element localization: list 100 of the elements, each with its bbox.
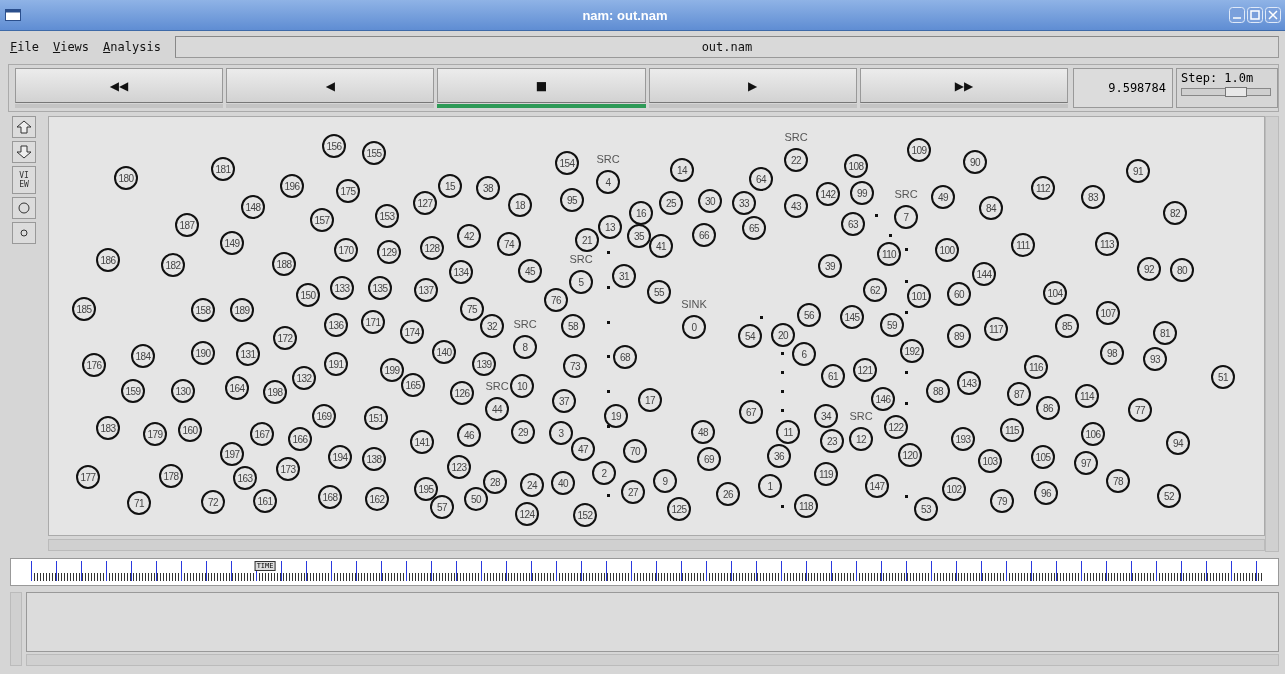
close-icon[interactable] xyxy=(1265,7,1281,23)
network-node[interactable]: 67 xyxy=(739,400,763,424)
network-node[interactable]: 59 xyxy=(880,313,904,337)
network-node[interactable]: 44 xyxy=(485,397,509,421)
network-node[interactable]: 142 xyxy=(816,182,840,206)
network-node[interactable]: 71 xyxy=(127,491,151,515)
network-node[interactable]: 191 xyxy=(324,352,348,376)
network-node[interactable]: 140 xyxy=(432,340,456,364)
network-node[interactable]: 36 xyxy=(767,444,791,468)
playback-button[interactable]: ◀ xyxy=(226,68,435,103)
network-node[interactable]: 55 xyxy=(647,280,671,304)
horizontal-scrollbar[interactable] xyxy=(26,654,1279,666)
network-node[interactable]: 128 xyxy=(420,236,444,260)
network-node[interactable]: 175 xyxy=(336,179,360,203)
network-node[interactable]: 53 xyxy=(914,497,938,521)
network-node[interactable]: 108 xyxy=(844,154,868,178)
network-node[interactable]: 12 xyxy=(849,427,873,451)
network-node[interactable]: 195 xyxy=(414,477,438,501)
menu-item[interactable]: Analysis xyxy=(101,40,163,54)
network-node[interactable]: 70 xyxy=(623,439,647,463)
network-node[interactable]: 65 xyxy=(742,216,766,240)
network-node[interactable]: 37 xyxy=(552,389,576,413)
network-node[interactable]: 119 xyxy=(814,462,838,486)
network-node[interactable]: 81 xyxy=(1153,321,1177,345)
network-node[interactable]: 18 xyxy=(508,193,532,217)
network-node[interactable]: 182 xyxy=(161,253,185,277)
network-node[interactable]: 9 xyxy=(653,469,677,493)
network-node[interactable]: 62 xyxy=(863,278,887,302)
network-node[interactable]: 68 xyxy=(613,345,637,369)
network-node[interactable]: 6 xyxy=(792,342,816,366)
network-node[interactable]: 27 xyxy=(621,480,645,504)
network-node[interactable]: 58 xyxy=(561,314,585,338)
network-node[interactable]: 49 xyxy=(931,185,955,209)
network-node[interactable]: 151 xyxy=(364,406,388,430)
network-node[interactable]: 29 xyxy=(511,420,535,444)
network-node[interactable]: 97 xyxy=(1074,451,1098,475)
network-node[interactable]: 148 xyxy=(241,195,265,219)
network-node[interactable]: 149 xyxy=(220,231,244,255)
network-node[interactable]: 180 xyxy=(114,166,138,190)
network-node[interactable]: 196 xyxy=(280,174,304,198)
network-node[interactable]: 63 xyxy=(841,212,865,236)
network-node[interactable]: 178 xyxy=(159,464,183,488)
network-node[interactable]: 74 xyxy=(497,232,521,256)
network-node[interactable]: 86 xyxy=(1036,396,1060,420)
network-node[interactable]: 11 xyxy=(776,420,800,444)
network-node[interactable]: 80 xyxy=(1170,258,1194,282)
small-circle-button[interactable] xyxy=(12,222,36,244)
network-node[interactable]: 28 xyxy=(483,470,507,494)
network-node[interactable]: 5 xyxy=(569,270,593,294)
network-node[interactable]: 158 xyxy=(191,298,215,322)
network-node[interactable]: 109 xyxy=(907,138,931,162)
network-node[interactable]: 8 xyxy=(513,335,537,359)
network-node[interactable]: 78 xyxy=(1106,469,1130,493)
network-node[interactable]: 90 xyxy=(963,150,987,174)
network-node[interactable]: 136 xyxy=(324,313,348,337)
network-node[interactable]: 113 xyxy=(1095,232,1119,256)
network-node[interactable]: 57 xyxy=(430,495,454,519)
slider-thumb[interactable] xyxy=(1224,87,1247,97)
network-node[interactable]: 87 xyxy=(1007,382,1031,406)
vertical-scrollbar[interactable] xyxy=(10,592,22,666)
network-node[interactable]: 64 xyxy=(749,167,773,191)
network-node[interactable]: 106 xyxy=(1081,422,1105,446)
network-node[interactable]: 4 xyxy=(596,170,620,194)
network-node[interactable]: 50 xyxy=(464,487,488,511)
playback-button[interactable]: ◀◀ xyxy=(15,68,224,103)
network-node[interactable]: 139 xyxy=(472,352,496,376)
view-button[interactable]: VIEW xyxy=(12,166,36,194)
network-node[interactable]: 137 xyxy=(414,278,438,302)
network-node[interactable]: 129 xyxy=(377,240,401,264)
network-node[interactable]: 189 xyxy=(230,298,254,322)
network-node[interactable]: 88 xyxy=(926,379,950,403)
network-node[interactable]: 76 xyxy=(544,288,568,312)
network-node[interactable]: 150 xyxy=(296,283,320,307)
network-node[interactable]: 99 xyxy=(850,181,874,205)
network-node[interactable]: 61 xyxy=(821,364,845,388)
network-node[interactable]: 181 xyxy=(211,157,235,181)
network-node[interactable]: 190 xyxy=(191,341,215,365)
network-node[interactable]: 34 xyxy=(814,404,838,428)
network-node[interactable]: 69 xyxy=(697,447,721,471)
network-node[interactable]: 199 xyxy=(380,358,404,382)
network-node[interactable]: 192 xyxy=(900,339,924,363)
network-node[interactable]: 176 xyxy=(82,353,106,377)
network-node[interactable]: 89 xyxy=(947,324,971,348)
network-node[interactable]: 154 xyxy=(555,151,579,175)
network-node[interactable]: 100 xyxy=(935,238,959,262)
network-node[interactable]: 10 xyxy=(510,374,534,398)
network-node[interactable]: 114 xyxy=(1075,384,1099,408)
network-node[interactable]: 23 xyxy=(820,429,844,453)
network-node[interactable]: 51 xyxy=(1211,365,1235,389)
network-node[interactable]: 16 xyxy=(629,201,653,225)
network-node[interactable]: 186 xyxy=(96,248,120,272)
network-node[interactable]: 93 xyxy=(1143,347,1167,371)
network-node[interactable]: 118 xyxy=(794,494,818,518)
network-node[interactable]: 98 xyxy=(1100,341,1124,365)
network-node[interactable]: 85 xyxy=(1055,314,1079,338)
network-node[interactable]: 72 xyxy=(201,490,225,514)
network-node[interactable]: 25 xyxy=(659,191,683,215)
network-node[interactable]: 83 xyxy=(1081,185,1105,209)
network-node[interactable]: 13 xyxy=(598,215,622,239)
network-node[interactable]: 157 xyxy=(310,208,334,232)
